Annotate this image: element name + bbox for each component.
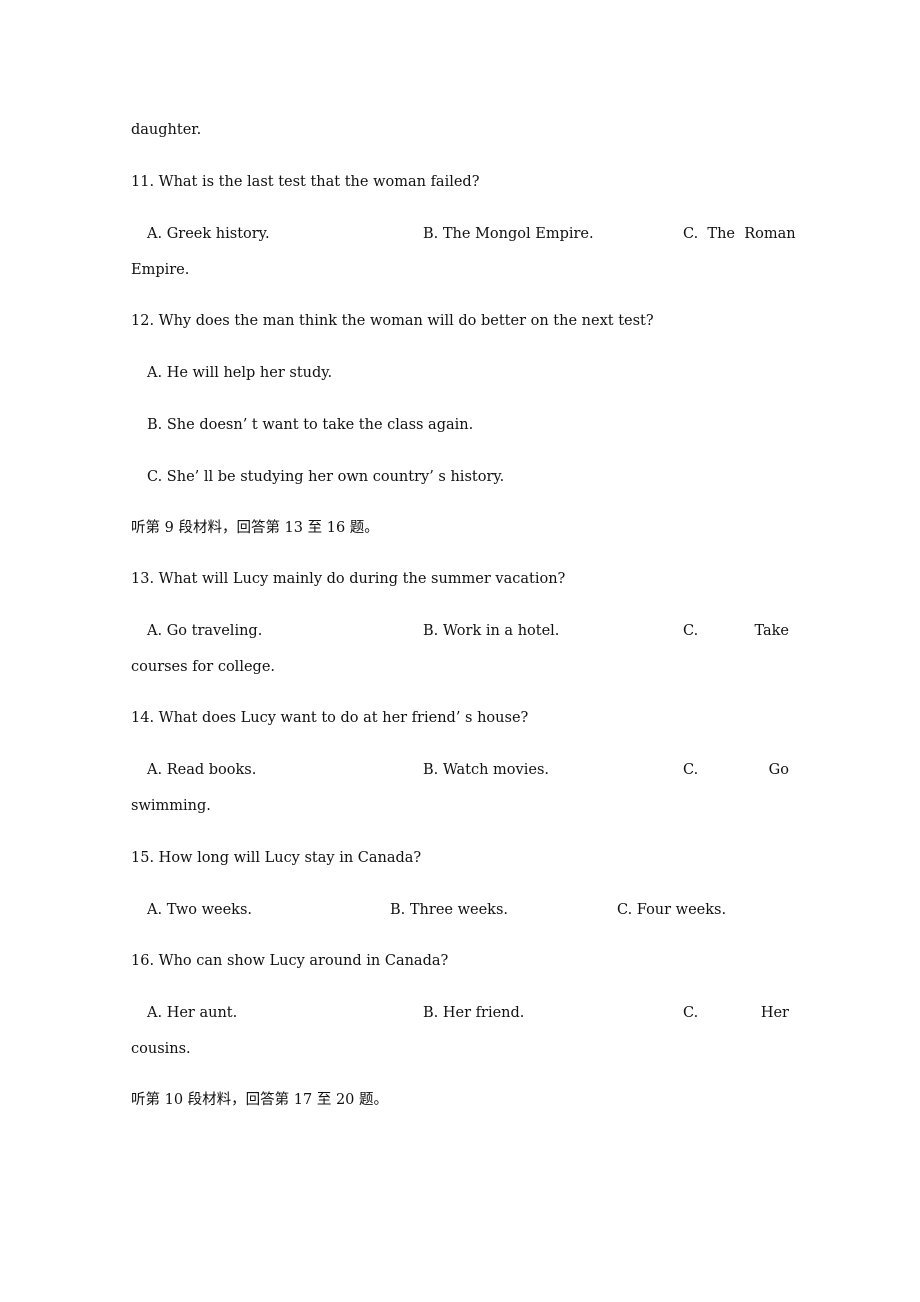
- option-11-c-wrap: Empire.: [131, 262, 190, 278]
- option-14-c-wrap: swimming.: [131, 798, 211, 814]
- option-14-c-label: C.: [683, 762, 699, 778]
- option-14-b: B. Watch movies.: [423, 762, 549, 778]
- option-16-c-text: Her: [760, 1005, 789, 1021]
- question-12: 12. Why does the man think the woman wil…: [131, 313, 654, 329]
- option-13-c-label: C.: [683, 623, 699, 639]
- option-12-c: C. She’ ll be studying her own country’ …: [147, 469, 505, 485]
- question-15: 15. How long will Lucy stay in Canada?: [131, 850, 422, 866]
- option-15-b: B. Three weeks.: [390, 902, 508, 918]
- option-12-b: B. She doesn’ t want to take the class a…: [147, 417, 474, 433]
- option-16-a: A. Her aunt.: [147, 1005, 238, 1021]
- option-16-b: B. Her friend.: [423, 1005, 525, 1021]
- option-14-c-text: Go: [768, 762, 789, 778]
- option-11-a: A. Greek history.: [147, 226, 270, 242]
- option-11-c: C. The Roman: [683, 226, 796, 242]
- option-13-b: B. Work in a hotel.: [423, 623, 560, 639]
- question-14: 14. What does Lucy want to do at her fri…: [131, 710, 529, 726]
- option-16-c-label: C.: [683, 1005, 699, 1021]
- option-13-a: A. Go traveling.: [147, 623, 263, 639]
- option-15-c: C. Four weeks.: [617, 902, 727, 918]
- section-header-9: 听第 9 段材料，回答第 13 至 16 题。: [131, 520, 379, 536]
- option-16-c-wrap: cousins.: [131, 1041, 191, 1057]
- option-14-a: A. Read books.: [147, 762, 257, 778]
- option-15-a: A. Two weeks.: [147, 902, 253, 918]
- question-11: 11. What is the last test that the woman…: [131, 174, 480, 190]
- continuation-text: daughter.: [131, 122, 202, 138]
- option-13-c-text: Take: [754, 623, 789, 639]
- question-13: 13. What will Lucy mainly do during the …: [131, 571, 566, 587]
- section-header-10: 听第 10 段材料，回答第 17 至 20 题。: [131, 1092, 389, 1108]
- option-13-c-wrap: courses for college.: [131, 659, 276, 675]
- question-16: 16. Who can show Lucy around in Canada?: [131, 953, 449, 969]
- option-11-b: B. The Mongol Empire.: [423, 226, 594, 242]
- option-12-a: A. He will help her study.: [147, 365, 333, 381]
